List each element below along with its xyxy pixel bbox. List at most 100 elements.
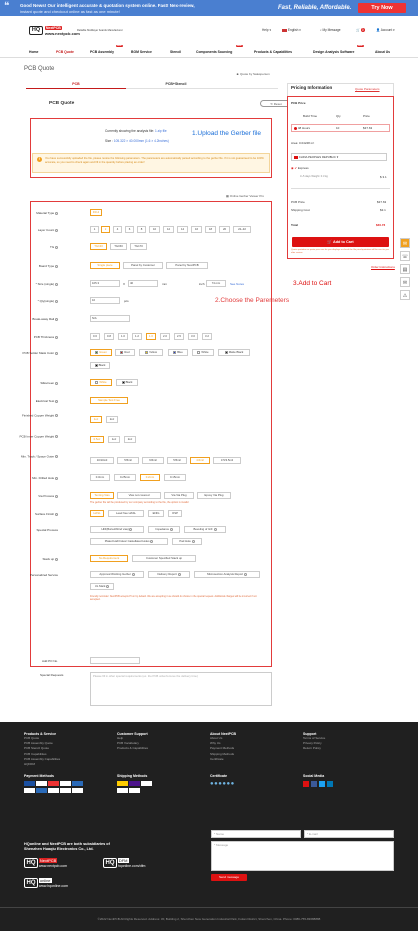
- service-delivery-report[interactable]: Delivery Report: [148, 571, 190, 578]
- track-3-5[interactable]: 3.5/3.5mil: [213, 457, 241, 464]
- footer-link[interactable]: HQDFM: [24, 762, 60, 767]
- layer-16[interactable]: 16: [191, 226, 202, 233]
- inner-0-5oz[interactable]: 0.5oz: [90, 436, 104, 443]
- layer-12[interactable]: 12: [163, 226, 174, 233]
- mail-icon[interactable]: ✉: [400, 277, 410, 287]
- thickness-0-8[interactable]: 0.8: [104, 333, 114, 340]
- size-x-input[interactable]: 105.3: [90, 280, 120, 287]
- process-impedance[interactable]: Impedance: [148, 526, 180, 533]
- name-input[interactable]: * Name: [211, 830, 301, 838]
- gerber-file-link[interactable]: 1.zip file: [155, 129, 167, 133]
- thickness-1-2[interactable]: 1.2: [132, 333, 142, 340]
- facebook-icon[interactable]: [311, 781, 317, 787]
- drill-0-25[interactable]: 0.25mm: [114, 474, 136, 481]
- thickness-1-6[interactable]: 1.6: [146, 333, 156, 340]
- drill-0-15[interactable]: 0.15mm: [164, 474, 186, 481]
- message-input[interactable]: * Message: [211, 841, 394, 871]
- add-to-cart-button[interactable]: 🛒 Add to Cart: [292, 237, 389, 247]
- po-input[interactable]: [90, 657, 140, 664]
- layer-8[interactable]: 8: [137, 226, 146, 233]
- qty-select[interactable]: 10: [90, 297, 120, 304]
- board-single[interactable]: Single piece: [90, 262, 120, 269]
- quote-by-salesperson[interactable]: ☻ Quote by Salesperson: [236, 72, 270, 76]
- track-5-5a[interactable]: 5/5mil: [117, 457, 139, 464]
- nav-about[interactable]: About Us: [375, 50, 390, 54]
- warning-icon[interactable]: ⚠: [400, 290, 410, 300]
- chat-icon[interactable]: ✉: [400, 238, 410, 248]
- twitter-icon[interactable]: [319, 781, 325, 787]
- service-approval-gerber[interactable]: Approval Working Gerber: [90, 571, 144, 578]
- cart-link[interactable]: 🛒 0: [356, 28, 365, 32]
- track-6-6[interactable]: 6/6mil: [142, 457, 164, 464]
- mask-yellow[interactable]: Yellow: [139, 349, 163, 356]
- thickness-2-5[interactable]: 2.5: [174, 333, 184, 340]
- email-input[interactable]: * E-mail: [304, 830, 394, 838]
- youtube-icon[interactable]: [303, 781, 309, 787]
- site-logo[interactable]: HQ NextPCB www.nextpcb.com: [29, 26, 80, 36]
- drill-0-2[interactable]: 0.2mm: [140, 474, 160, 481]
- nav-components[interactable]: New Components Sourcing: [196, 45, 243, 54]
- layer-1[interactable]: 1: [90, 226, 99, 233]
- nav-home[interactable]: Home: [29, 50, 38, 54]
- hqonline-footer-logo[interactable]: HQ online www.hqonline.com: [24, 878, 68, 889]
- hqdfm-footer-logo[interactable]: HQ DFM hqonline.com/dfm: [103, 858, 145, 869]
- mask-red[interactable]: Red: [115, 349, 135, 356]
- nav-bom-service[interactable]: BOM Service: [131, 50, 152, 54]
- finish-enig[interactable]: ENIG: [148, 510, 164, 517]
- board-panel-customer[interactable]: Panel by Customer: [123, 262, 163, 269]
- silk-black[interactable]: Black: [116, 379, 138, 386]
- tg-150[interactable]: TG150: [110, 243, 127, 250]
- linkedin-icon[interactable]: [327, 781, 333, 787]
- via-epoxy-plug[interactable]: Epoxy Via Plug: [197, 492, 231, 499]
- document-icon[interactable]: ▤: [400, 264, 410, 274]
- board-panel-nextpcb[interactable]: Panel by NextPCB: [166, 262, 208, 269]
- process-pad-hole[interactable]: Pad Hole: [172, 538, 202, 545]
- layer-6[interactable]: 6: [125, 226, 134, 233]
- message-link[interactable]: ♪ My Message: [320, 28, 341, 32]
- stack-custom[interactable]: Customer Specified Stack up: [132, 555, 196, 562]
- mask-matte-black[interactable]: Matte Black: [218, 349, 250, 356]
- process-hdi[interactable]: HDI(Buried/blind vias): [90, 526, 144, 533]
- tg-170[interactable]: TG170: [130, 243, 147, 250]
- track-10-10[interactable]: 10/10mil: [90, 457, 114, 464]
- finish-lead-free[interactable]: Lead free HASL: [108, 510, 144, 517]
- tab-pcb[interactable]: PCB: [26, 80, 126, 89]
- via-not-covered[interactable]: Vias not covered: [117, 492, 161, 499]
- account-link[interactable]: 👤 Account ▾: [376, 28, 395, 32]
- shipping-method[interactable]: ◉ ✔ Express: [291, 166, 309, 170]
- layer-10[interactable]: 10: [149, 226, 160, 233]
- copper-2oz[interactable]: 2oz: [106, 416, 118, 423]
- see-notes-link[interactable]: See Notes: [230, 282, 244, 286]
- process-half-holes[interactable]: Plated Half-holes/ Castellated Holes: [90, 538, 168, 545]
- order-instructions-link[interactable]: Order Instructions: [371, 265, 395, 269]
- thickness-3-2[interactable]: 3.2: [202, 333, 212, 340]
- process-beveling[interactable]: Beveling of G/F: [184, 526, 226, 533]
- via-tenting[interactable]: Tenting Vias: [90, 492, 114, 499]
- nav-pcb-quote[interactable]: PCB Quote: [56, 50, 74, 54]
- size-y-input[interactable]: 40: [128, 280, 158, 287]
- mask-green[interactable]: Green: [90, 349, 112, 356]
- copper-1oz[interactable]: 1oz: [90, 416, 102, 423]
- test-sample-free[interactable]: Sample Test Free: [90, 397, 128, 404]
- special-requests-textarea[interactable]: Please fill in other special requirement…: [90, 672, 272, 706]
- quote-params-link[interactable]: Quote Parameters: [355, 87, 380, 91]
- layer-22-32[interactable]: 22~32: [233, 226, 251, 233]
- nav-pcb-assembly[interactable]: New PCB Assembly: [90, 45, 123, 54]
- break-away-select[interactable]: N/A: [90, 315, 130, 322]
- nav-stencil[interactable]: Stencil: [170, 50, 181, 54]
- mask-black[interactable]: Black: [90, 362, 110, 369]
- phone-icon[interactable]: ☏: [400, 251, 410, 261]
- stack-no-req[interactable]: No Requirement: [90, 555, 128, 562]
- track-5-5b[interactable]: 5/5mil: [167, 457, 187, 464]
- drill-0-3[interactable]: 0.3mm: [90, 474, 110, 481]
- via-plug[interactable]: Via Via Plug: [164, 492, 194, 499]
- mask-blue[interactable]: Blue: [168, 349, 188, 356]
- layer-4[interactable]: 4: [113, 226, 122, 233]
- inner-1oz[interactable]: 1oz: [108, 436, 120, 443]
- try-now-button[interactable]: Try Now: [358, 3, 406, 13]
- material-fr4[interactable]: FR-4: [90, 209, 102, 216]
- footer-link[interactable]: Return Policy: [303, 746, 325, 751]
- track-4-4[interactable]: 4/4mil: [190, 457, 210, 464]
- nextpcb-footer-logo[interactable]: HQ NextPCB www.nextpcb.com: [24, 858, 67, 869]
- language-select[interactable]: English ▾: [282, 28, 301, 32]
